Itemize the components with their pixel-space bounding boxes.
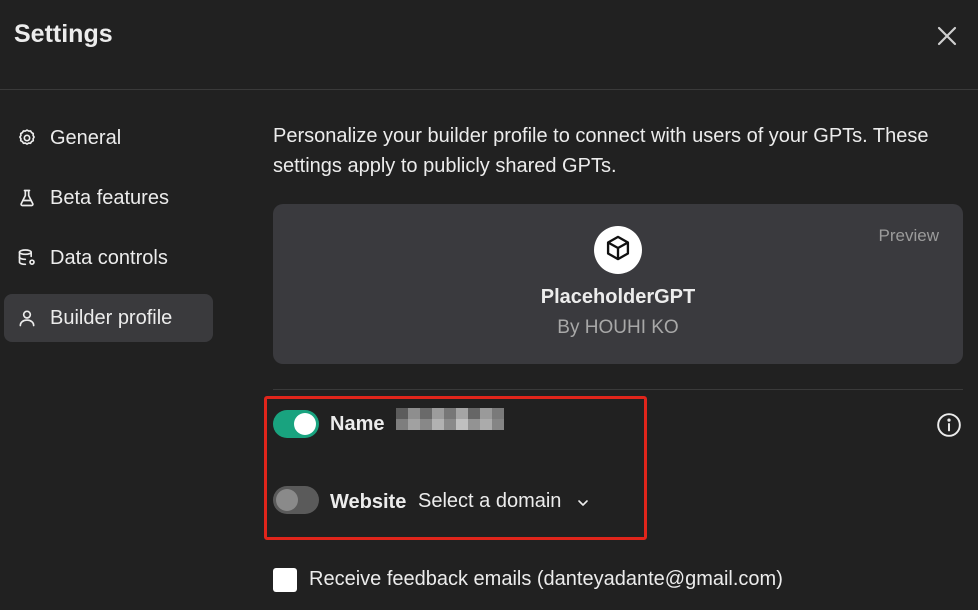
website-toggle[interactable] xyxy=(273,486,319,514)
modal-title: Settings xyxy=(14,20,113,48)
website-label: Website xyxy=(330,491,407,513)
name-label: Name xyxy=(330,413,385,435)
sidebar-item-general[interactable]: General xyxy=(4,114,213,162)
gpt-author: By HOUHI KO xyxy=(557,317,679,338)
cube-icon xyxy=(604,234,632,267)
feedback-emails-checkbox[interactable] xyxy=(273,568,297,592)
close-icon[interactable] xyxy=(935,24,959,48)
gpt-avatar xyxy=(594,226,642,274)
sidebar-item-builder-profile[interactable]: Builder profile xyxy=(4,294,213,342)
toggle-knob xyxy=(294,413,316,435)
chevron-down-icon xyxy=(575,494,591,510)
settings-modal: Settings General Beta features Data cont… xyxy=(0,0,978,610)
sidebar-item-beta-features[interactable]: Beta features xyxy=(4,174,213,222)
sidebar-item-data-controls[interactable]: Data controls xyxy=(4,234,213,282)
flask-icon xyxy=(16,187,38,209)
divider xyxy=(273,389,963,390)
sidebar-item-label: Data controls xyxy=(50,246,168,269)
preview-label: Preview xyxy=(878,226,939,245)
gpt-name: PlaceholderGPT xyxy=(540,286,696,308)
info-icon[interactable] xyxy=(936,412,962,438)
feedback-emails-label: Receive feedback emails (danteyadante@gm… xyxy=(309,568,783,590)
sidebar-item-label: Beta features xyxy=(50,186,169,209)
gpt-preview-card: Preview PlaceholderGPT By HOUHI KO xyxy=(273,204,963,364)
domain-select[interactable]: Select a domain xyxy=(418,490,591,513)
sidebar-item-label: General xyxy=(50,126,122,149)
user-icon xyxy=(16,307,38,329)
toggle-knob xyxy=(276,489,298,511)
sidebar-item-label: Builder profile xyxy=(50,306,173,329)
gear-icon xyxy=(16,127,38,149)
name-toggle[interactable] xyxy=(273,410,319,438)
redacted-name-value xyxy=(396,408,504,430)
domain-select-value: Select a domain xyxy=(418,490,562,512)
database-gear-icon xyxy=(16,247,38,269)
intro-text: Personalize your builder profile to conn… xyxy=(273,125,929,177)
modal-header: Settings xyxy=(0,0,978,90)
